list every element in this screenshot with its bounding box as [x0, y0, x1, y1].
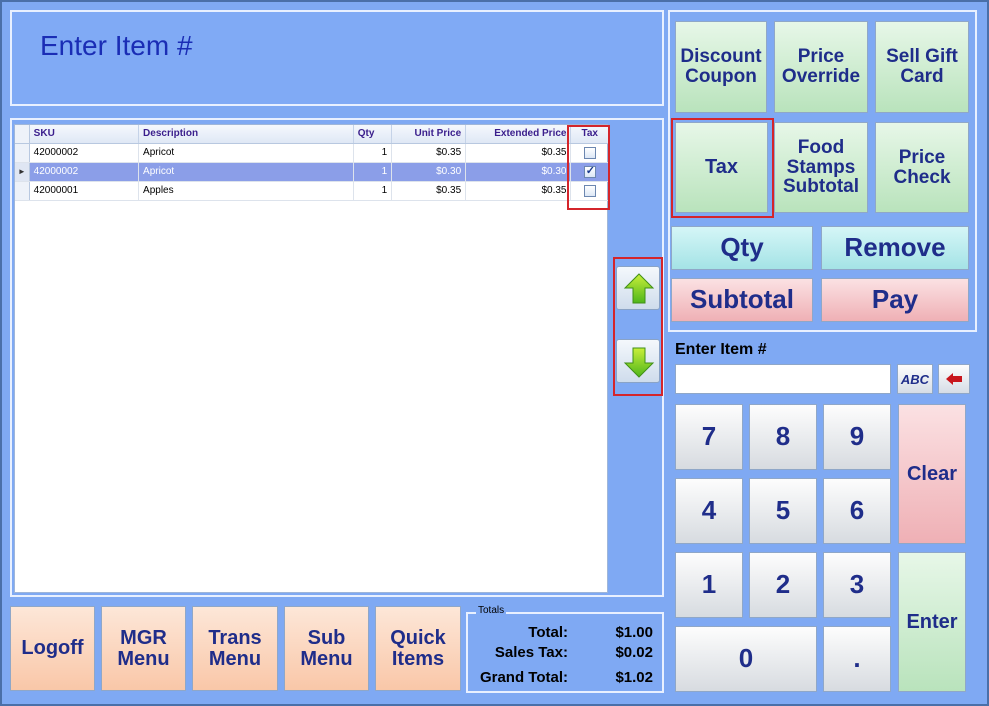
sku-cell: 42000002 [29, 162, 140, 182]
remove-button[interactable]: Remove [821, 226, 969, 270]
sub-menu-button[interactable]: Sub Menu [284, 606, 369, 691]
total-value: $1.00 [615, 624, 653, 641]
qty-cell: 1 [353, 162, 393, 182]
key-4[interactable]: 4 [675, 478, 743, 544]
key-5[interactable]: 5 [749, 478, 817, 544]
description-cell: Apples [138, 181, 354, 201]
sales-tax-value: $0.02 [615, 644, 653, 661]
key-7[interactable]: 7 [675, 404, 743, 470]
grid-header-row: SKU Description Qty Unit Price Extended … [15, 125, 609, 144]
description-cell: Apricot [138, 162, 354, 182]
pay-button[interactable]: Pay [821, 278, 969, 322]
items-grid-panel: SKU Description Qty Unit Price Extended … [10, 118, 664, 597]
column-sku[interactable]: SKU [29, 125, 140, 144]
row-header-cell [15, 143, 30, 163]
scroll-down-button[interactable] [616, 339, 660, 383]
backspace-button[interactable] [938, 364, 970, 394]
column-description[interactable]: Description [138, 125, 354, 144]
totals-legend: Totals [476, 605, 507, 616]
header-panel: Enter Item # [10, 10, 664, 106]
table-row[interactable]: 42000002 Apricot 1 $0.35 $0.35 [15, 143, 609, 163]
row-header-cell [15, 181, 30, 201]
key-3[interactable]: 3 [823, 552, 891, 618]
key-8[interactable]: 8 [749, 404, 817, 470]
items-grid[interactable]: SKU Description Qty Unit Price Extended … [14, 124, 609, 593]
key-9[interactable]: 9 [823, 404, 891, 470]
scroll-up-button[interactable] [616, 266, 660, 310]
key-0[interactable]: 0 [675, 626, 817, 692]
total-label: Total: [528, 624, 568, 641]
sku-cell: 42000001 [29, 181, 140, 201]
key-decimal[interactable]: . [823, 626, 891, 692]
logoff-button[interactable]: Logoff [10, 606, 95, 691]
entry-label: Enter Item # [675, 341, 767, 358]
qty-cell: 1 [353, 181, 393, 201]
table-row[interactable]: ► 42000002 Apricot 1 $0.30 $0.30 [15, 162, 609, 182]
qty-cell: 1 [353, 143, 393, 163]
row-header-cell [15, 125, 30, 144]
subtotal-button[interactable]: Subtotal [671, 278, 813, 322]
clear-button[interactable]: Clear [898, 404, 966, 544]
row-header-cell: ► [15, 162, 30, 182]
abc-label: ABC [900, 371, 930, 387]
item-number-input[interactable] [675, 364, 891, 394]
discount-coupon-button[interactable]: Discount Coupon [675, 21, 767, 113]
backspace-arrow-icon [946, 373, 962, 385]
mgr-menu-button[interactable]: MGR Menu [101, 606, 186, 691]
abc-keyboard-button[interactable]: ABC [897, 364, 933, 394]
description-cell: Apricot [138, 143, 354, 163]
quick-items-button[interactable]: Quick Items [375, 606, 461, 691]
key-2[interactable]: 2 [749, 552, 817, 618]
extended-price-cell: $0.35 [465, 181, 572, 201]
tax-column-highlight [567, 125, 610, 210]
price-override-button[interactable]: Price Override [774, 21, 868, 113]
totals-group: Totals Total: $1.00 Sales Tax: $0.02 Gra… [466, 605, 664, 693]
arrow-up-icon [623, 273, 655, 304]
page-title: Enter Item # [40, 30, 193, 61]
pos-window: Enter Item # SKU Description Qty Unit Pr… [0, 0, 989, 706]
table-row[interactable]: 42000001 Apples 1 $0.35 $0.35 [15, 181, 609, 201]
unit-price-cell: $0.35 [391, 181, 467, 201]
unit-price-cell: $0.35 [391, 143, 467, 163]
column-unit-price[interactable]: Unit Price [391, 125, 467, 144]
key-6[interactable]: 6 [823, 478, 891, 544]
key-1[interactable]: 1 [675, 552, 743, 618]
sales-tax-label: Sales Tax: [494, 644, 568, 661]
food-stamps-subtotal-button[interactable]: Food Stamps Subtotal [774, 122, 868, 213]
extended-price-cell: $0.35 [465, 143, 572, 163]
grand-total-value: $1.02 [615, 669, 653, 686]
grand-total-label: Grand Total: [479, 669, 568, 686]
sell-gift-card-button[interactable]: Sell Gift Card [875, 21, 969, 113]
price-check-button[interactable]: Price Check [875, 122, 969, 213]
unit-price-cell: $0.30 [391, 162, 467, 182]
column-extended-price[interactable]: Extended Price [465, 125, 572, 144]
sku-cell: 42000002 [29, 143, 140, 163]
tax-button[interactable]: Tax [675, 122, 768, 213]
enter-button[interactable]: Enter [898, 552, 966, 692]
column-qty[interactable]: Qty [353, 125, 393, 144]
qty-button[interactable]: Qty [671, 226, 813, 270]
extended-price-cell: $0.30 [465, 162, 572, 182]
trans-menu-button[interactable]: Trans Menu [192, 606, 278, 691]
arrow-down-icon [623, 347, 655, 378]
